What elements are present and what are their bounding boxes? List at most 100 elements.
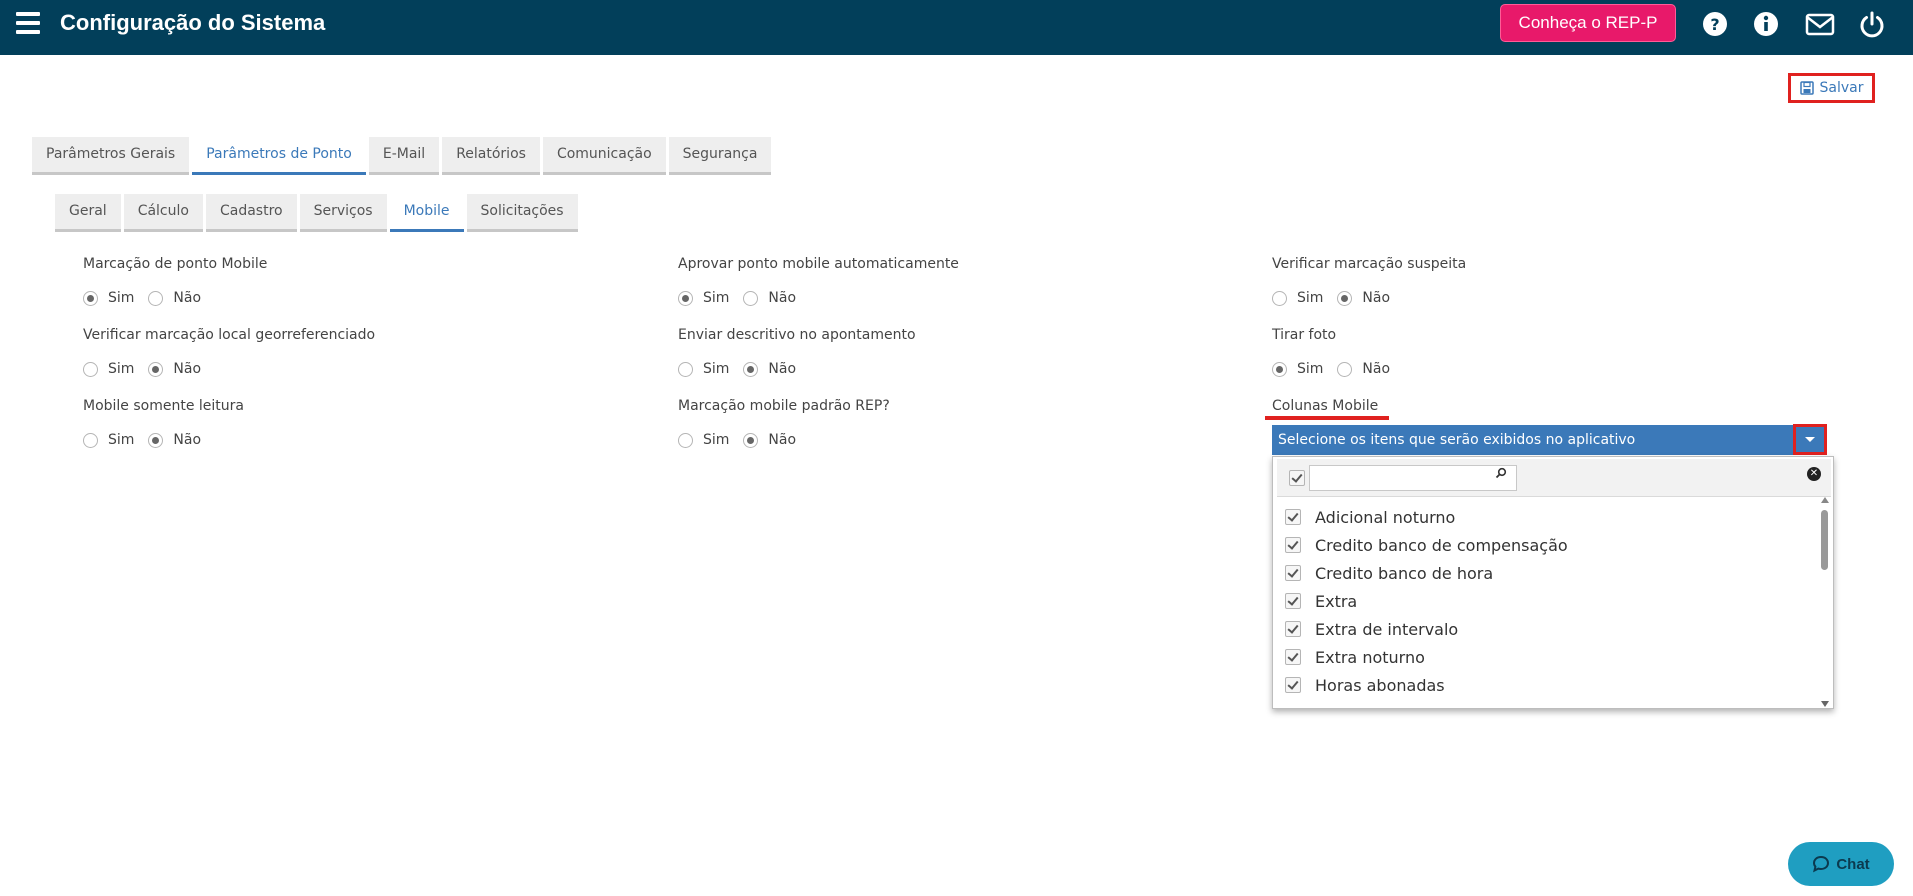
radio-circle[interactable] — [743, 290, 759, 306]
item-checkbox[interactable] — [1285, 593, 1301, 609]
power-icon[interactable] — [1858, 10, 1886, 38]
radio-circle[interactable] — [1337, 361, 1353, 377]
subtab-cadastro[interactable]: Cadastro — [205, 194, 297, 232]
item-checkbox[interactable] — [1285, 621, 1301, 637]
select-all-checkbox[interactable] — [1289, 470, 1305, 486]
colunas-mobile-multiselect[interactable]: Selecione os itens que serão exibidos no… — [1272, 425, 1826, 455]
radio-label: Não — [173, 361, 202, 377]
radio-sim[interactable]: Sim — [1272, 290, 1323, 306]
radio-label: Não — [768, 361, 797, 377]
close-icon[interactable]: ✕ — [1807, 467, 1821, 481]
subtab-mobile[interactable]: Mobile — [389, 194, 464, 232]
radio-nao[interactable]: Não — [743, 290, 796, 306]
radio-circle[interactable] — [678, 361, 693, 377]
radio-group: Sim Não — [1272, 361, 1404, 377]
tab-parametros-gerais[interactable]: Parâmetros Gerais — [32, 137, 190, 175]
radio-label: Sim — [1297, 361, 1324, 377]
radio-circle[interactable] — [678, 290, 693, 306]
radio-circle[interactable] — [1272, 361, 1287, 377]
field-marcacao-ponto-mobile: Marcação de ponto Mobile Sim Não — [83, 256, 267, 306]
item-checkbox[interactable] — [1285, 677, 1301, 693]
radio-sim[interactable]: Sim — [1272, 361, 1323, 377]
list-item[interactable]: Credito banco de compensação — [1277, 531, 1817, 559]
radio-circle[interactable] — [83, 432, 98, 448]
subtab-solicitacoes[interactable]: Solicitações — [466, 194, 578, 232]
chat-button[interactable]: Chat — [1788, 842, 1894, 886]
radio-circle[interactable] — [148, 290, 164, 306]
item-checkbox[interactable] — [1285, 565, 1301, 581]
radio-nao[interactable]: Não — [148, 290, 201, 306]
radio-group: Sim Não — [83, 361, 375, 377]
list-item[interactable]: Horas abonadas — [1277, 671, 1817, 699]
radio-nao[interactable]: Não — [1337, 361, 1390, 377]
field-label: Verificar marcação suspeita — [1272, 256, 1467, 272]
tab-seguranca[interactable]: Segurança — [668, 137, 772, 175]
floppy-disk-icon — [1799, 81, 1814, 95]
field-label: Marcação de ponto Mobile — [83, 256, 268, 272]
radio-sim[interactable]: Sim — [83, 432, 134, 448]
radio-circle[interactable] — [1337, 290, 1353, 306]
tab-relatorios[interactable]: Relatórios — [442, 137, 540, 175]
list-item[interactable]: Credito banco de hora — [1277, 559, 1817, 587]
top-bar: Configuração do Sistema Conheça o REP-P … — [0, 0, 1913, 55]
info-icon[interactable] — [1752, 10, 1780, 38]
hamburger-menu-icon[interactable] — [16, 12, 40, 34]
mail-icon[interactable] — [1804, 10, 1836, 38]
list-item[interactable]: Adicional noturno — [1277, 503, 1817, 531]
multiselect-toggle-button[interactable] — [1793, 424, 1827, 455]
radio-circle[interactable] — [678, 432, 693, 448]
field-mobile-somente-leitura: Mobile somente leitura Sim Não — [83, 398, 244, 448]
radio-sim[interactable]: Sim — [83, 290, 134, 306]
tab-parametros-de-ponto[interactable]: Parâmetros de Ponto — [192, 137, 366, 175]
dropdown-search-input[interactable] — [1309, 465, 1517, 491]
subtab-geral[interactable]: Geral — [55, 194, 121, 232]
radio-label: Não — [768, 432, 797, 448]
tab-comunicacao[interactable]: Comunicação — [542, 137, 666, 175]
page-title: Configuração do Sistema — [60, 10, 326, 35]
scroll-down-arrow-icon[interactable] — [1821, 701, 1829, 707]
scroll-up-arrow-icon[interactable] — [1821, 497, 1829, 503]
radio-circle[interactable] — [743, 432, 759, 448]
rep-p-button[interactable]: Conheça o REP-P — [1500, 4, 1676, 42]
radio-circle[interactable] — [148, 361, 164, 377]
radio-circle[interactable] — [148, 432, 164, 448]
colunas-mobile-label: Colunas Mobile — [1272, 398, 1379, 414]
radio-group: Sim Não — [678, 361, 916, 377]
radio-group: Sim Não — [1272, 290, 1466, 306]
item-checkbox[interactable] — [1285, 649, 1301, 665]
list-item[interactable]: Extra de intervalo — [1277, 615, 1817, 643]
item-label: Credito banco de hora — [1315, 563, 1494, 583]
field-verificar-local-georreferenciado: Verificar marcação local georreferenciad… — [83, 327, 375, 377]
radio-label: Não — [173, 432, 202, 448]
dropdown-scrollbar[interactable] — [1819, 497, 1831, 709]
main-tabs: Parâmetros Gerais Parâmetros de Ponto E-… — [32, 137, 774, 175]
radio-sim[interactable]: Sim — [678, 290, 729, 306]
save-label: Salvar — [1819, 80, 1864, 96]
radio-nao[interactable]: Não — [1337, 290, 1390, 306]
subtab-calculo[interactable]: Cálculo — [123, 194, 203, 232]
subtab-servicos[interactable]: Serviços — [299, 194, 387, 232]
item-label: Horas abonadas — [1315, 675, 1445, 695]
radio-nao[interactable]: Não — [743, 432, 796, 448]
radio-sim[interactable]: Sim — [678, 361, 729, 377]
item-checkbox[interactable] — [1285, 537, 1301, 553]
help-icon[interactable]: ? — [1701, 10, 1729, 38]
radio-nao[interactable]: Não — [148, 432, 201, 448]
radio-sim[interactable]: Sim — [678, 432, 729, 448]
radio-nao[interactable]: Não — [148, 361, 201, 377]
list-item[interactable]: Extra — [1277, 587, 1817, 615]
radio-label: Sim — [108, 361, 135, 377]
radio-circle[interactable] — [83, 361, 98, 377]
field-label: Verificar marcação local georreferenciad… — [83, 327, 376, 343]
item-checkbox[interactable] — [1285, 509, 1301, 525]
radio-circle[interactable] — [743, 361, 759, 377]
list-item[interactable]: Extra noturno — [1277, 643, 1817, 671]
item-label: Extra noturno — [1315, 647, 1425, 667]
scrollbar-thumb[interactable] — [1821, 510, 1828, 570]
radio-circle[interactable] — [83, 290, 98, 306]
save-button[interactable]: Salvar — [1791, 76, 1872, 100]
radio-nao[interactable]: Não — [743, 361, 796, 377]
tab-email[interactable]: E-Mail — [368, 137, 440, 175]
radio-circle[interactable] — [1272, 290, 1287, 306]
radio-sim[interactable]: Sim — [83, 361, 134, 377]
